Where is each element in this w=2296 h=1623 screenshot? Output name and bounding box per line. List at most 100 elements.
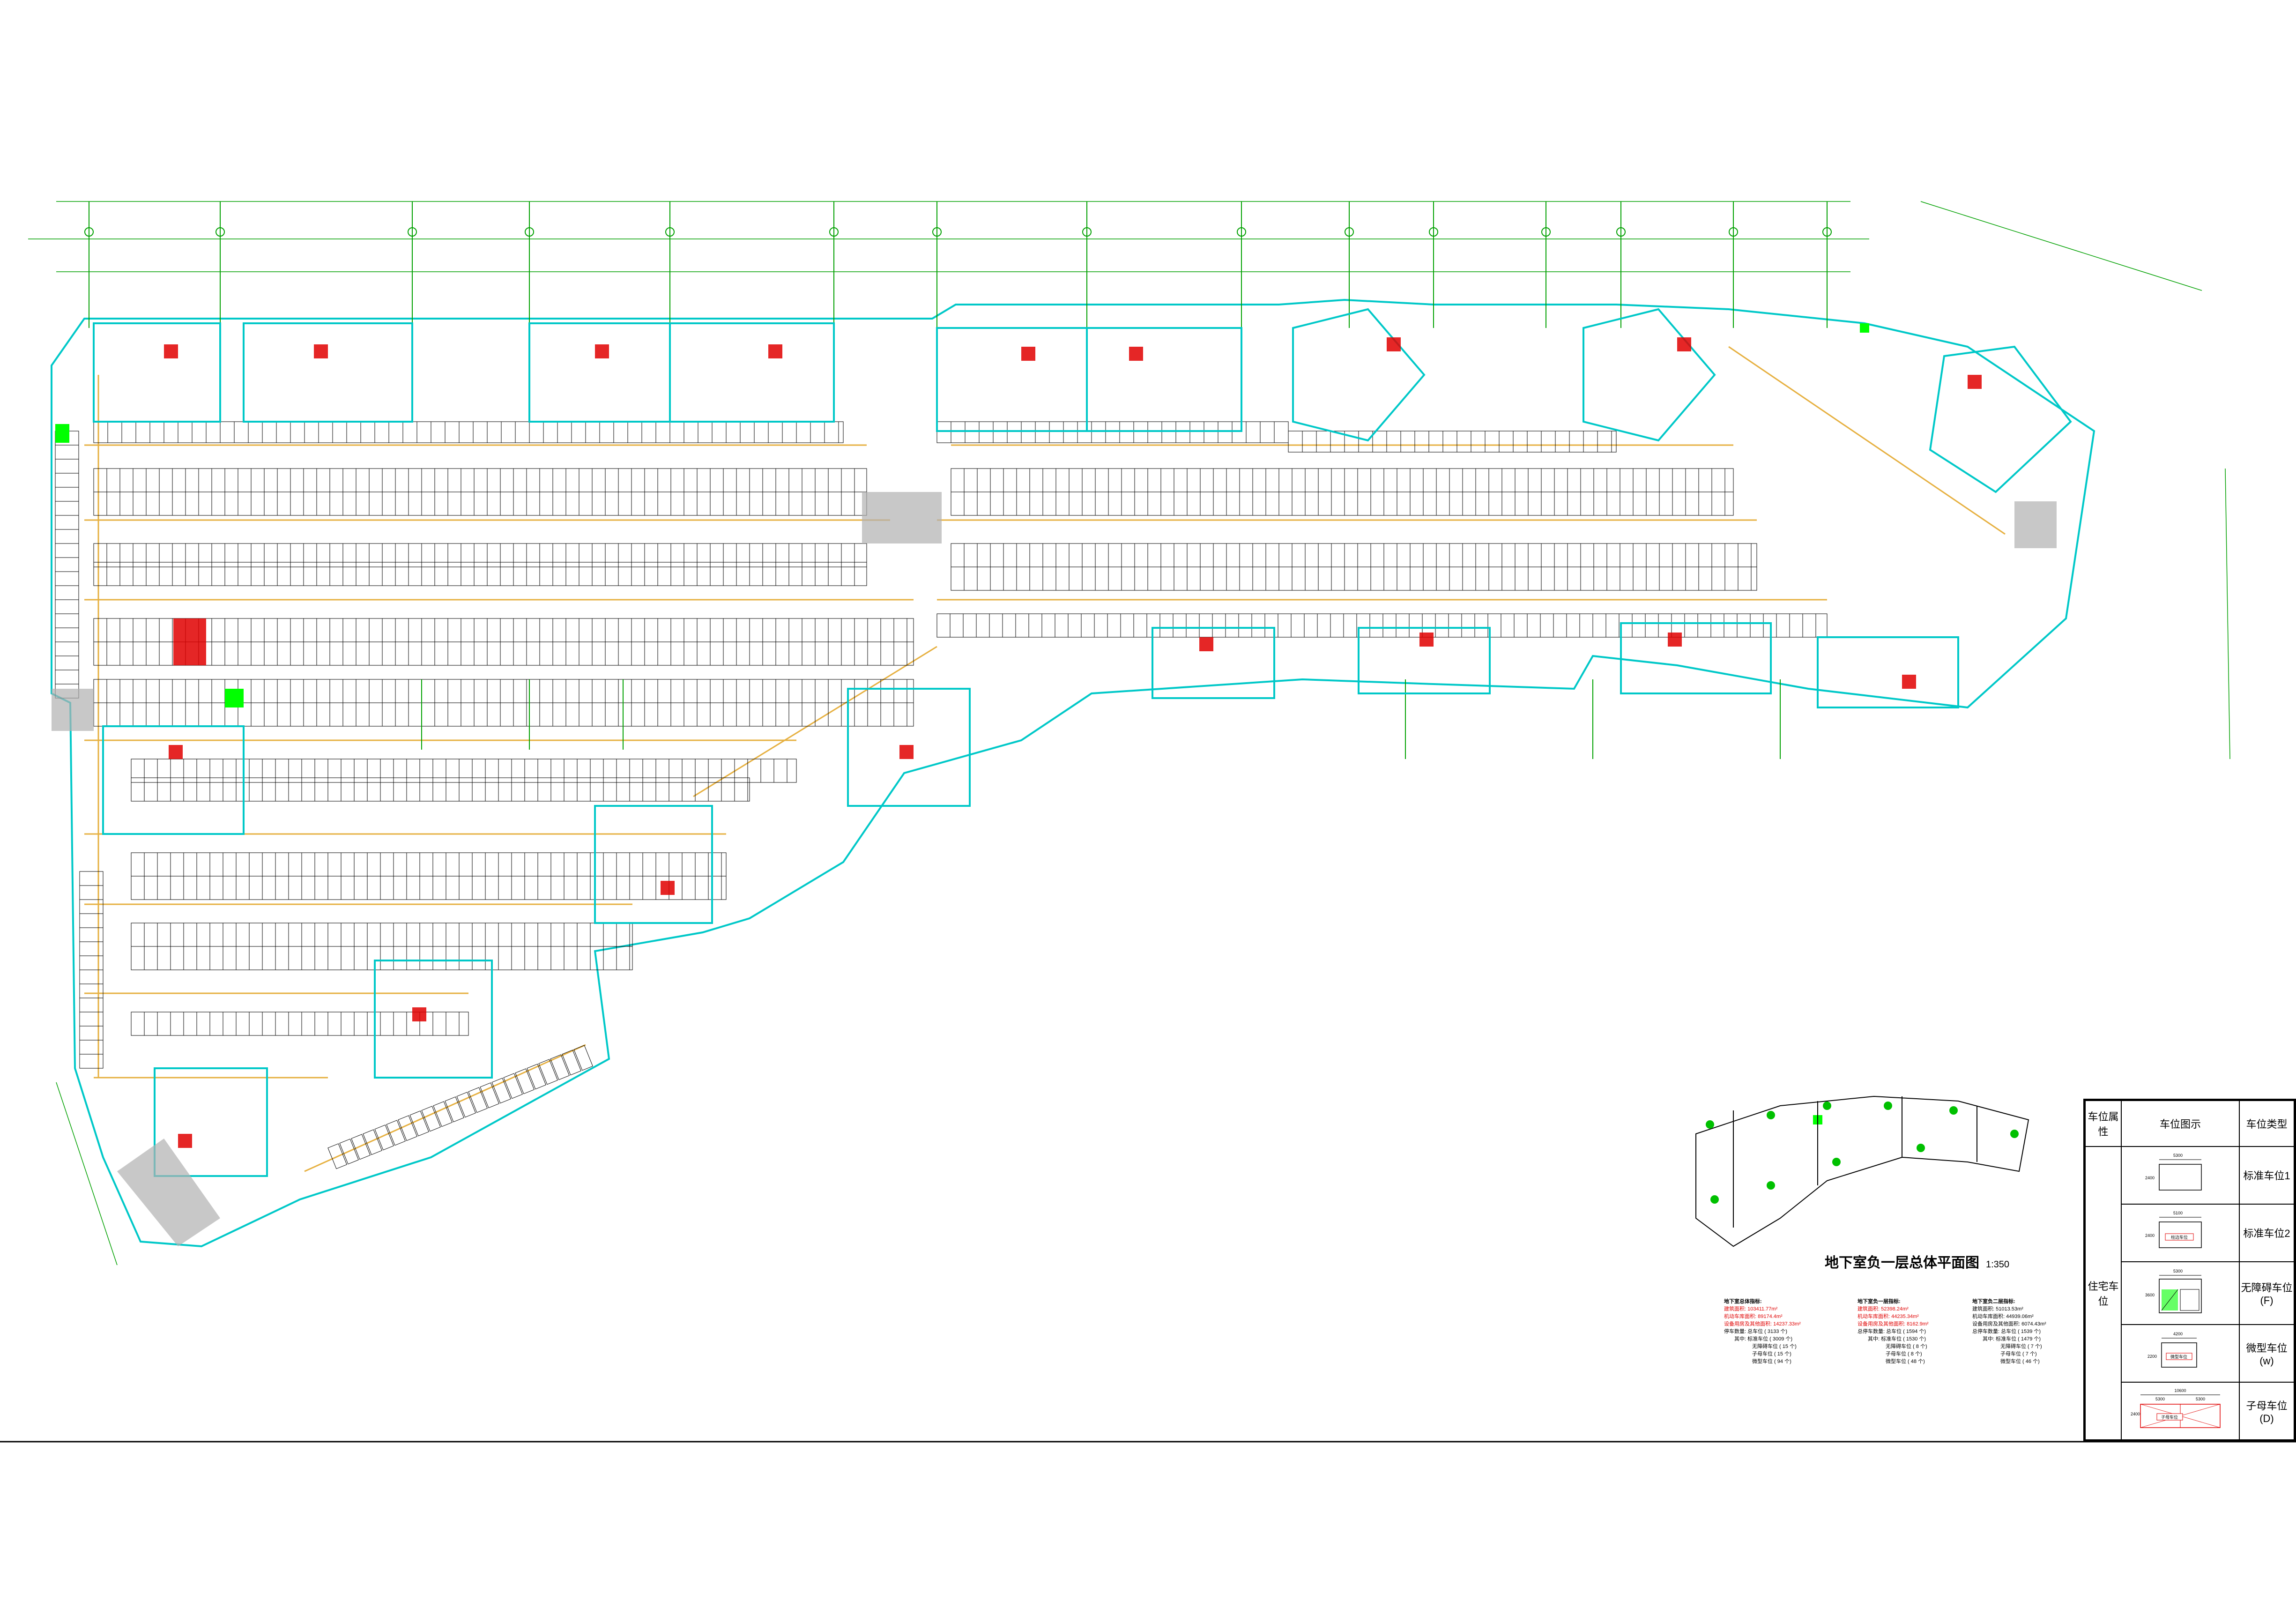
stats-line: 微型车位 ( 94 个)	[1752, 1359, 1791, 1364]
stats-line: 设备用房及其他面积: 8162.9m²	[1858, 1321, 1929, 1327]
parking-stall-diagonal	[327, 1045, 593, 1169]
stats-line: 建筑面积: 51013.53m²	[1972, 1306, 2023, 1312]
parking-stall-row	[93, 702, 914, 727]
parking-stall-row	[131, 876, 727, 900]
parking-stall-column	[55, 431, 104, 1069]
parking-stall-row	[93, 468, 867, 492]
stall-sample-standard1: 5300 2400	[2145, 1153, 2202, 1191]
legend-diagram-cell: 5300 3600	[2121, 1261, 2240, 1325]
stats-line: 子母车位 ( 8 个)	[1886, 1351, 1922, 1357]
stats-line: 建筑面积: 52398.24m²	[1858, 1306, 1909, 1312]
dim-height: 3600	[2145, 1293, 2155, 1297]
legend-type: 子母车位(D)	[2239, 1382, 2295, 1440]
stall-inner-label: 柱边车位	[2171, 1235, 2188, 1240]
legend-diagram-cell: 10600 5300 5300 2400 子母车位	[2121, 1382, 2240, 1440]
stats-total: 地下室总体指标: 建筑面积: 103411.77m² 机动车库面积: 89174…	[1724, 1298, 1801, 1365]
dim-width-a: 5300	[2155, 1397, 2165, 1401]
parking-stall-row	[131, 852, 727, 877]
stats-line: 微型车位 ( 48 个)	[1886, 1359, 1925, 1364]
legend-row: 住宅车位 5300 2400 标准车位1	[2085, 1146, 2295, 1440]
stats-b1: 地下室负一层指标: 建筑面积: 52398.24m² 机动车库面积: 44235…	[1858, 1298, 1929, 1365]
parking-stall-row	[93, 491, 867, 516]
dim-width: 4200	[2173, 1332, 2183, 1336]
stats-line: 机动车库面积: 89174.4m²	[1724, 1314, 1783, 1319]
dimension-lines	[28, 201, 2230, 1266]
parking-stall-row	[951, 491, 1734, 516]
drawing-scale: 1:350	[1986, 1259, 2010, 1270]
parking-stall-row	[951, 468, 1734, 492]
building-cores	[93, 308, 2072, 1177]
parking-stall-row	[131, 777, 750, 802]
parking-stall-row	[131, 946, 633, 970]
dim-width: 5300	[2173, 1153, 2183, 1158]
legend-type: 标准车位1	[2239, 1146, 2295, 1205]
legend-diagram-cell: 5300 2400	[2121, 1146, 2240, 1205]
legend-type: 微型车位(w)	[2239, 1324, 2295, 1383]
parking-stall-row	[93, 421, 844, 443]
equipment-markers	[164, 337, 1982, 1148]
legend-header-type: 车位类型	[2239, 1100, 2295, 1147]
legend-diagram-cell: 5100 2400 柱边车位	[2121, 1203, 2240, 1262]
stats-heading: 地下室负二层指标:	[1972, 1299, 2015, 1304]
stats-line: 设备用房及其他面积: 14237.33m²	[1724, 1321, 1801, 1327]
stall-sample-micro: 4200 2200 微型车位	[2147, 1332, 2197, 1368]
dim-height: 2200	[2147, 1354, 2157, 1359]
stats-line: 总停车数量: 总车位 ( 1539 个)	[1972, 1329, 2041, 1334]
stats-b2: 地下室负二层指标: 建筑面积: 51013.53m² 机动车库面积: 44939…	[1972, 1298, 2046, 1365]
green-markers	[55, 323, 1869, 1124]
parking-stall-row	[936, 613, 1828, 638]
parking-stall-row	[93, 641, 914, 666]
legend-group: 住宅车位	[2085, 1146, 2122, 1440]
stall-inner-label: 微型车位	[2170, 1354, 2187, 1359]
parking-stall-row	[1288, 431, 1617, 453]
parking-stall-row	[131, 923, 633, 947]
stats-line: 子母车位 ( 7 个)	[2000, 1351, 2037, 1357]
stats-heading: 地下室负一层指标:	[1858, 1299, 1901, 1304]
key-plan-markers	[1706, 1102, 2019, 1204]
parking-stall-row	[951, 543, 1757, 567]
parking-stall-row	[93, 543, 867, 567]
drawing-title: 地下室负一层总体平面图 1:350	[1825, 1251, 2009, 1272]
stats-heading: 地下室总体指标:	[1724, 1299, 1762, 1304]
legend-diagram-cell: 4200 2200 微型车位	[2121, 1324, 2240, 1383]
legend-type: 标准车位2	[2239, 1203, 2295, 1262]
parking-stall-row	[936, 421, 1289, 443]
stats-line: 设备用房及其他面积: 6074.43m²	[1972, 1321, 2046, 1327]
stall-inner-label: 子母车位	[2161, 1415, 2178, 1420]
parking-stall-row	[951, 566, 1757, 591]
stats-line: 机动车库面积: 44939.06m²	[1972, 1314, 2034, 1319]
parking-stall-row	[93, 618, 914, 642]
parking-stall-row	[93, 679, 914, 703]
stats-line: 无障碍车位 ( 15 个)	[1752, 1344, 1797, 1349]
drawing-title-text: 地下室负一层总体平面图	[1825, 1255, 1979, 1271]
dim-width: 5300	[2173, 1269, 2183, 1273]
legend-header-diagram: 车位图示	[2121, 1100, 2240, 1147]
legend-header-row: 车位属性 车位图示 车位类型	[2085, 1100, 2295, 1147]
stats-line: 建筑面积: 103411.77m²	[1724, 1306, 1778, 1312]
stats-line: 无障碍车位 ( 7 个)	[2000, 1344, 2042, 1349]
parking-stall-row	[131, 759, 797, 783]
stats-line: 其中: 标准车位 ( 1530 个)	[1868, 1336, 1926, 1342]
stall-sample-standard2: 5100 2400 柱边车位	[2145, 1211, 2202, 1249]
legend-table: 车位属性 车位图示 车位类型 住宅车位 5300 2400 标准车位1 5100	[2085, 1100, 2295, 1440]
stats-line: 子母车位 ( 15 个)	[1752, 1351, 1791, 1357]
basement-outline	[51, 298, 2095, 1248]
stats-line: 其中: 标准车位 ( 3009 个)	[1734, 1336, 1793, 1342]
basement-floor-plan	[0, 201, 2296, 1443]
dim-width: 10600	[2174, 1388, 2186, 1393]
legend-type: 无障碍车位(F)	[2239, 1261, 2295, 1325]
legend-header-attr: 车位属性	[2085, 1100, 2122, 1147]
key-plan	[1695, 1095, 2029, 1247]
ramp-hatch	[52, 492, 2057, 1246]
stats-line: 总停车数量: 总车位 ( 1594 个)	[1858, 1329, 1926, 1334]
stall-sample-tandem: 10600 5300 5300 2400 子母车位	[2131, 1388, 2221, 1428]
dim-width: 5100	[2173, 1211, 2183, 1215]
parking-legend: 车位属性 车位图示 车位类型 住宅车位 5300 2400 标准车位1 5100	[2083, 1099, 2296, 1442]
stats-line: 微型车位 ( 46 个)	[2000, 1359, 2040, 1364]
stats-line: 无障碍车位 ( 8 个)	[1886, 1344, 1927, 1349]
stats-line: 其中: 标准车位 ( 1479 个)	[1983, 1336, 2041, 1342]
stats-line: 停车数量: 总车位 ( 3133 个)	[1724, 1329, 1788, 1334]
structural-grid	[84, 201, 1832, 759]
dim-width-b: 5300	[2196, 1397, 2205, 1401]
parking-stall-row	[93, 562, 867, 586]
